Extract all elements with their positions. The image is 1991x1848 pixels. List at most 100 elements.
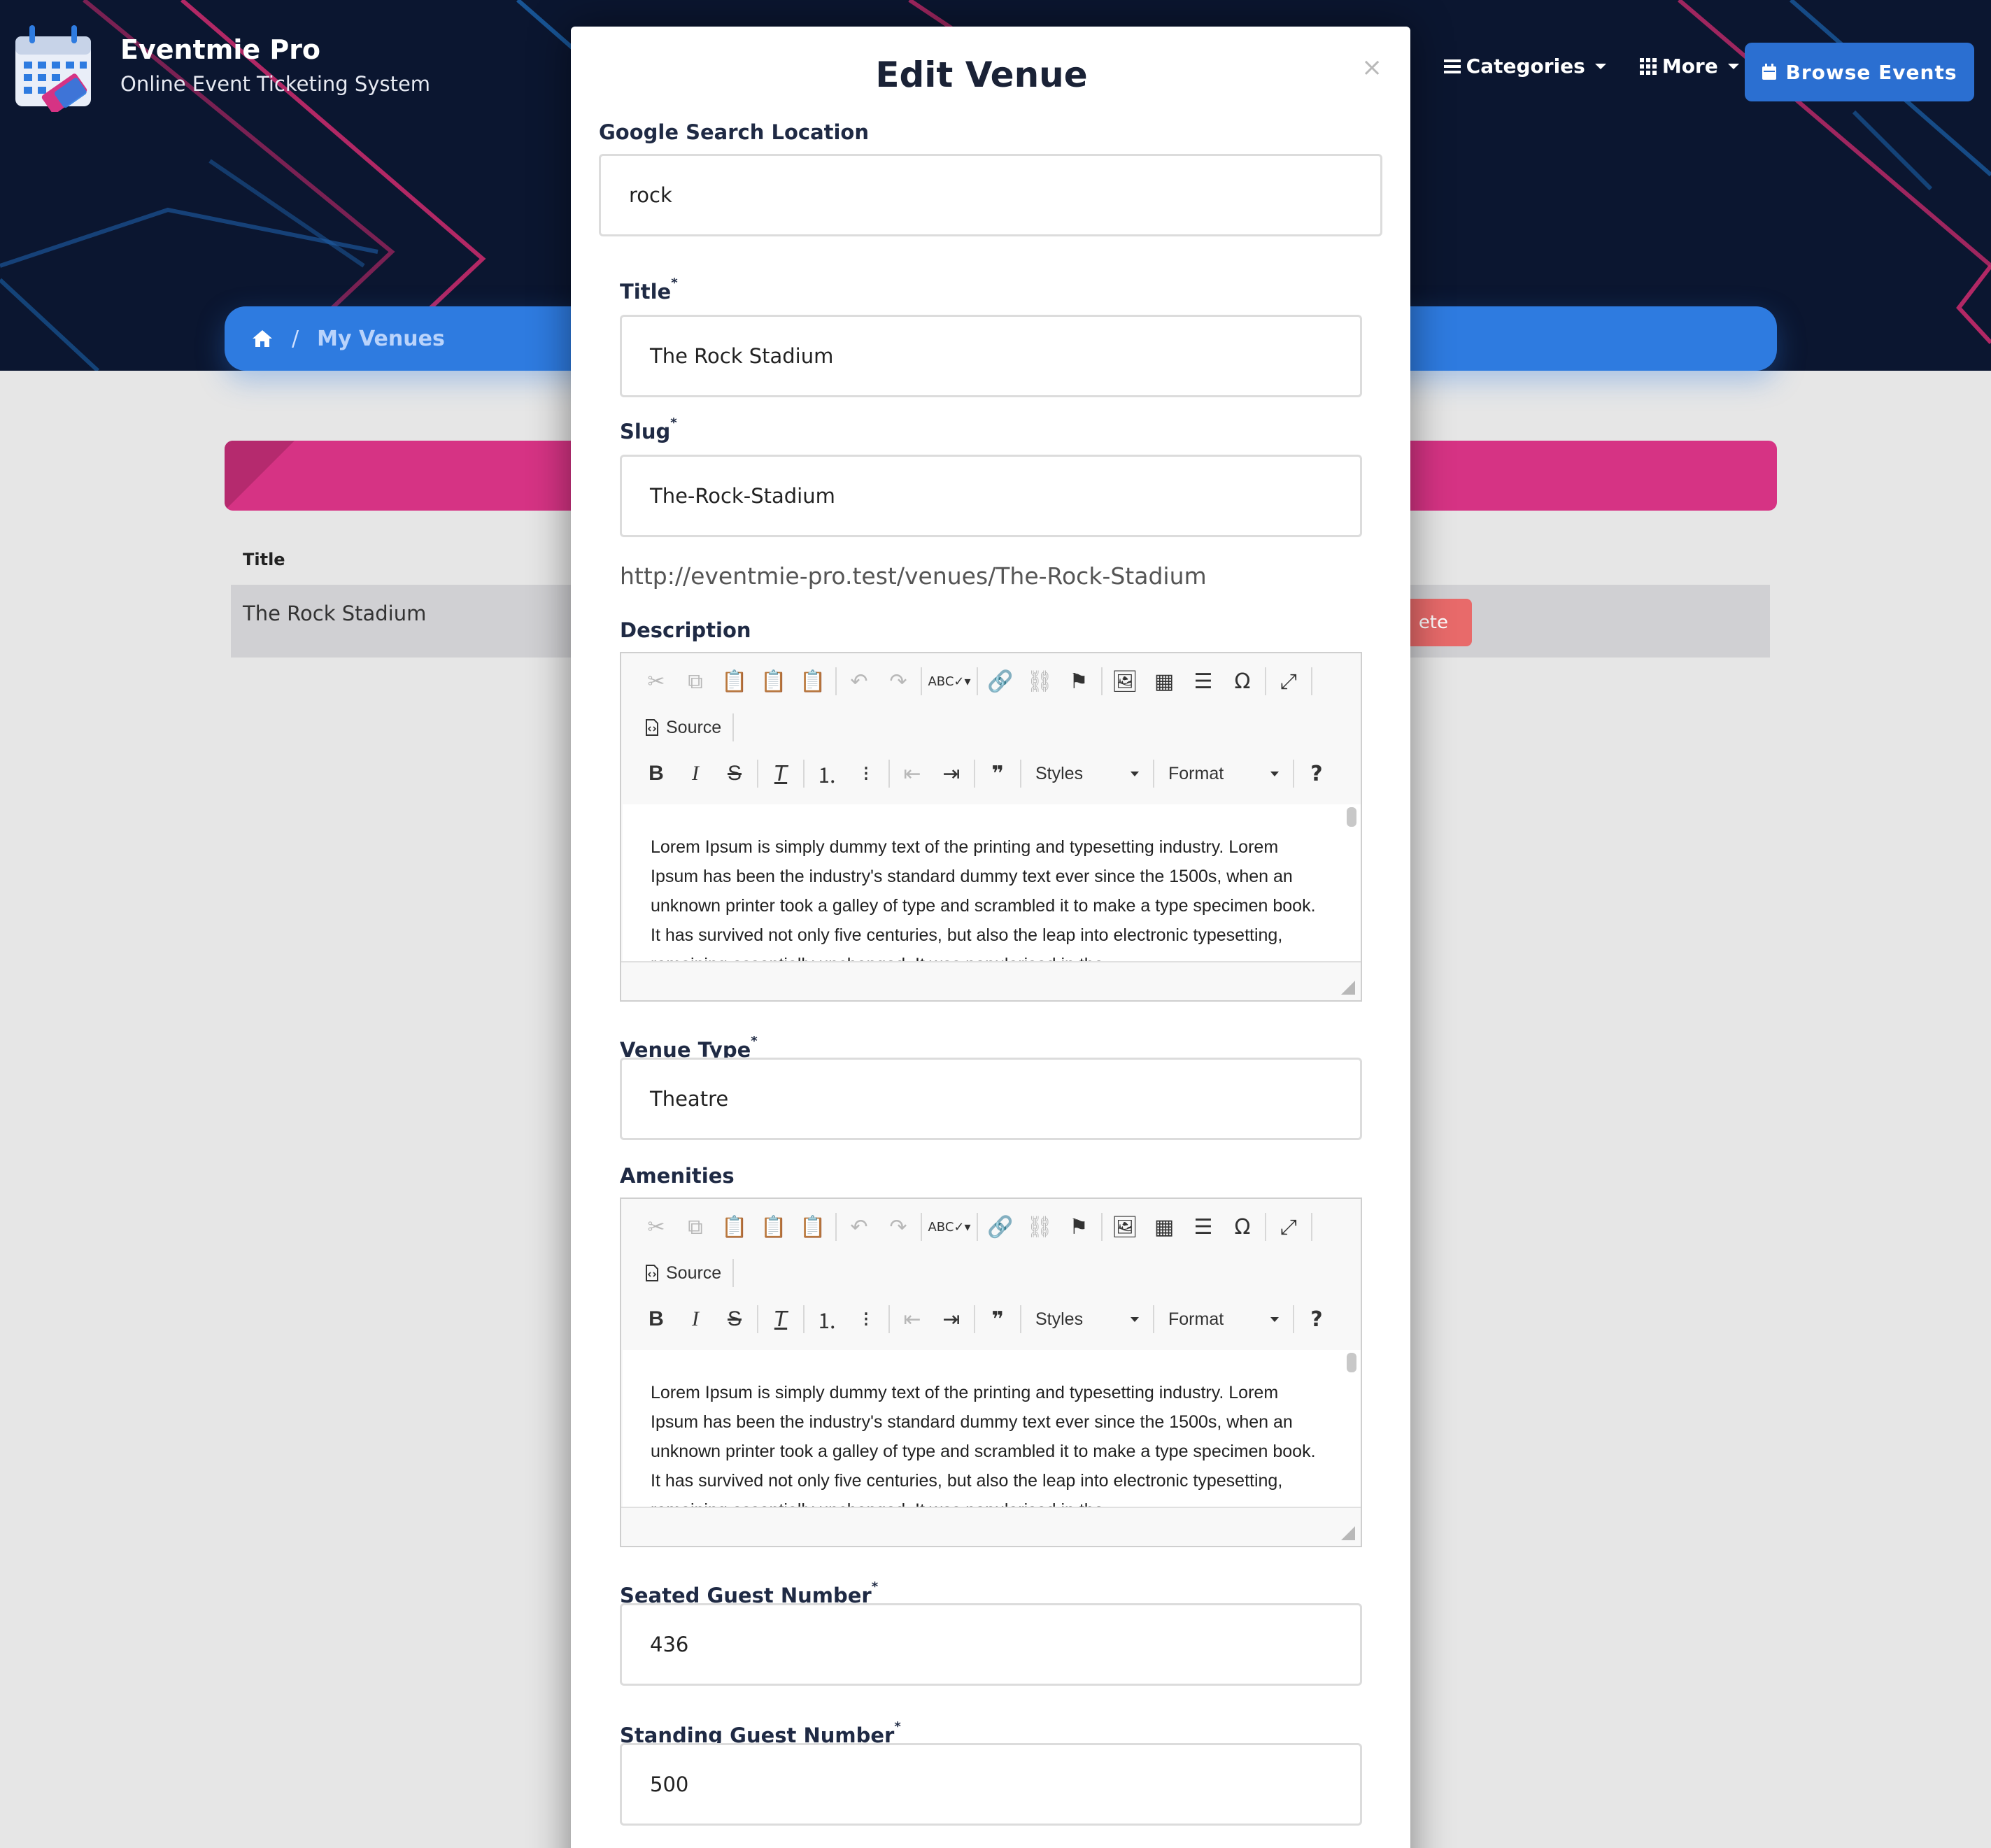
- blockquote-icon[interactable]: ❞: [978, 754, 1017, 793]
- source-icon: [646, 719, 658, 736]
- anchor-flag-icon[interactable]: ⚑: [1059, 662, 1098, 701]
- source-icon: [646, 1265, 658, 1281]
- editor-content-area[interactable]: Lorem Ipsum is simply dummy text of the …: [623, 1350, 1361, 1507]
- paste-text-icon[interactable]: 📋: [754, 662, 793, 701]
- toolbar-separator: [1020, 760, 1021, 788]
- italic-icon[interactable]: I: [676, 1300, 715, 1339]
- standing-guest-value: 500: [650, 1772, 689, 1796]
- remove-format-icon[interactable]: T: [761, 1300, 800, 1339]
- undo-icon[interactable]: ↶: [839, 662, 879, 701]
- numbered-list-icon[interactable]: ⒈: [807, 1300, 846, 1339]
- table-icon[interactable]: ▦: [1145, 1207, 1184, 1246]
- toolbar-separator: [974, 760, 975, 788]
- format-dropdown[interactable]: Format: [1157, 1304, 1290, 1335]
- image-icon[interactable]: 🖼: [1105, 662, 1145, 701]
- help-icon[interactable]: ?: [1297, 754, 1336, 793]
- horizontal-rule-icon[interactable]: ☰: [1184, 662, 1223, 701]
- unlink-icon[interactable]: ⛓: [1020, 662, 1059, 701]
- outdent-icon[interactable]: ⇤: [893, 754, 932, 793]
- table-icon[interactable]: ▦: [1145, 662, 1184, 701]
- unlink-icon[interactable]: ⛓: [1020, 1207, 1059, 1246]
- toolbar-separator: [921, 667, 922, 695]
- maximize-icon[interactable]: ⤢: [1269, 662, 1308, 701]
- nav-categories[interactable]: Categories: [1443, 55, 1606, 78]
- nav-more-label: More: [1661, 55, 1718, 78]
- standing-guest-input[interactable]: 500: [620, 1743, 1362, 1826]
- paste-text-icon[interactable]: 📋: [754, 1207, 793, 1246]
- format-dropdown[interactable]: Format: [1157, 758, 1290, 789]
- paste-word-icon[interactable]: 📋: [793, 1207, 832, 1246]
- description-editor: ✂ ⧉ 📋 📋 📋 ↶ ↷ ABC✓▾ 🔗 ⛓ ⚑ 🖼 ▦ ☰ Ω ⤢ Sour…: [620, 652, 1362, 1002]
- venue-type-input[interactable]: Theatre: [620, 1058, 1362, 1140]
- numbered-list-icon[interactable]: ⒈: [807, 754, 846, 793]
- browse-events-button[interactable]: Browse Events: [1745, 43, 1974, 101]
- required-marker: *: [871, 1579, 879, 1594]
- undo-icon[interactable]: ↶: [839, 1207, 879, 1246]
- title-input[interactable]: The Rock Stadium: [620, 315, 1362, 397]
- toolbar-separator: [1293, 1305, 1294, 1333]
- scrollbar-thumb[interactable]: [1347, 1353, 1356, 1372]
- scrollbar-thumb[interactable]: [1347, 807, 1356, 827]
- slug-input-value: The-Rock-Stadium: [650, 484, 835, 508]
- editor-content-area[interactable]: Lorem Ipsum is simply dummy text of the …: [623, 804, 1361, 961]
- editor-footer: [621, 961, 1361, 1000]
- toolbar-separator: [835, 1213, 837, 1241]
- cut-icon[interactable]: ✂: [637, 1207, 676, 1246]
- bulleted-list-icon[interactable]: ⁝: [846, 1300, 886, 1339]
- bold-icon[interactable]: B: [637, 754, 676, 793]
- brand[interactable]: Eventmie Pro Online Event Ticketing Syst…: [14, 21, 430, 112]
- cut-icon[interactable]: ✂: [637, 662, 676, 701]
- chevron-down-icon: [1270, 1316, 1279, 1322]
- breadcrumb-current[interactable]: My Venues: [317, 327, 445, 351]
- toolbar-separator: [732, 713, 735, 741]
- maximize-icon[interactable]: ⤢: [1269, 1207, 1308, 1246]
- remove-format-icon[interactable]: T: [761, 754, 800, 793]
- resize-handle-icon[interactable]: [1341, 981, 1355, 995]
- indent-icon[interactable]: ⇥: [932, 754, 971, 793]
- toolbar-separator: [1153, 1305, 1154, 1333]
- slug-input[interactable]: The-Rock-Stadium: [620, 455, 1362, 537]
- styles-dropdown[interactable]: Styles: [1024, 758, 1150, 789]
- format-label: Format: [1168, 1309, 1224, 1329]
- paste-icon[interactable]: 📋: [715, 1207, 754, 1246]
- source-button[interactable]: Source: [637, 718, 730, 738]
- home-icon[interactable]: [251, 329, 274, 348]
- bulleted-list-icon[interactable]: ⁝: [846, 754, 886, 793]
- blockquote-icon[interactable]: ❞: [978, 1300, 1017, 1339]
- anchor-flag-icon[interactable]: ⚑: [1059, 1207, 1098, 1246]
- seated-guest-input[interactable]: 436: [620, 1603, 1362, 1686]
- venue-type-value: Theatre: [650, 1087, 729, 1111]
- paste-icon[interactable]: 📋: [715, 662, 754, 701]
- resize-handle-icon[interactable]: [1341, 1526, 1355, 1540]
- title-label: Title*: [620, 276, 678, 304]
- redo-icon[interactable]: ↷: [879, 1207, 918, 1246]
- toolbar-separator: [977, 667, 978, 695]
- google-search-input[interactable]: rock: [599, 154, 1382, 236]
- strike-icon[interactable]: S: [715, 1300, 754, 1339]
- styles-dropdown[interactable]: Styles: [1024, 1304, 1150, 1335]
- link-icon[interactable]: 🔗: [981, 1207, 1020, 1246]
- bold-icon[interactable]: B: [637, 1300, 676, 1339]
- copy-icon[interactable]: ⧉: [676, 662, 715, 701]
- italic-icon[interactable]: I: [676, 754, 715, 793]
- slug-url-preview: http://eventmie-pro.test/venues/The-Rock…: [620, 562, 1207, 590]
- indent-icon[interactable]: ⇥: [932, 1300, 971, 1339]
- special-char-icon[interactable]: Ω: [1223, 662, 1262, 701]
- help-icon[interactable]: ?: [1297, 1300, 1336, 1339]
- outdent-icon[interactable]: ⇤: [893, 1300, 932, 1339]
- paste-word-icon[interactable]: 📋: [793, 662, 832, 701]
- horizontal-rule-icon[interactable]: ☰: [1184, 1207, 1223, 1246]
- spellcheck-icon[interactable]: ABC✓▾: [925, 1207, 974, 1246]
- copy-icon[interactable]: ⧉: [676, 1207, 715, 1246]
- close-icon[interactable]: ×: [1361, 53, 1382, 82]
- spellcheck-icon[interactable]: ABC✓▾: [925, 662, 974, 701]
- special-char-icon[interactable]: Ω: [1223, 1207, 1262, 1246]
- toolbar-separator: [803, 1305, 805, 1333]
- redo-icon[interactable]: ↷: [879, 662, 918, 701]
- nav-more[interactable]: More: [1639, 55, 1739, 78]
- link-icon[interactable]: 🔗: [981, 662, 1020, 701]
- strike-icon[interactable]: S: [715, 754, 754, 793]
- toolbar-separator: [757, 760, 758, 788]
- source-button[interactable]: Source: [637, 1263, 730, 1284]
- image-icon[interactable]: 🖼: [1105, 1207, 1145, 1246]
